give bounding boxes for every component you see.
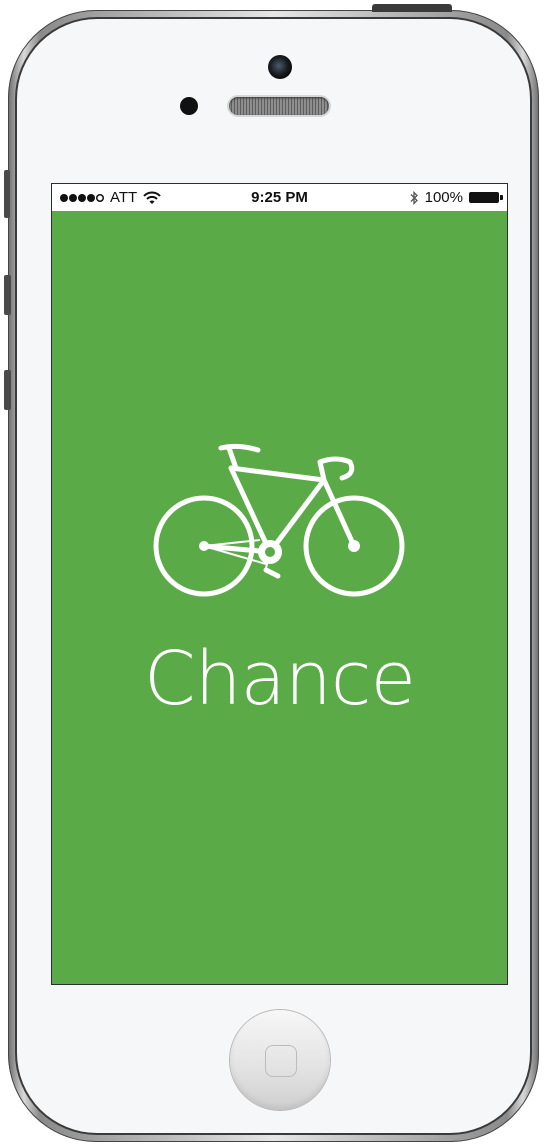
volume-down-button [4,370,11,410]
power-button [372,4,452,12]
volume-up-button [4,275,11,315]
status-bar: ATT 9:25 PM 100% [52,184,507,211]
front-camera [268,55,292,79]
app-name: Chance [143,636,416,722]
battery-icon [469,192,503,203]
status-right: 100% [409,189,503,206]
home-button[interactable] [230,1010,330,1110]
home-square-icon [265,1045,297,1077]
proximity-sensor [180,97,198,115]
bicycle-icon [153,443,405,597]
earpiece-speaker [229,97,329,115]
battery-percent: 100% [424,189,463,206]
mute-switch [4,170,10,218]
app-screen: ATT 9:25 PM 100% Chance [52,184,507,984]
bluetooth-icon [410,190,418,205]
